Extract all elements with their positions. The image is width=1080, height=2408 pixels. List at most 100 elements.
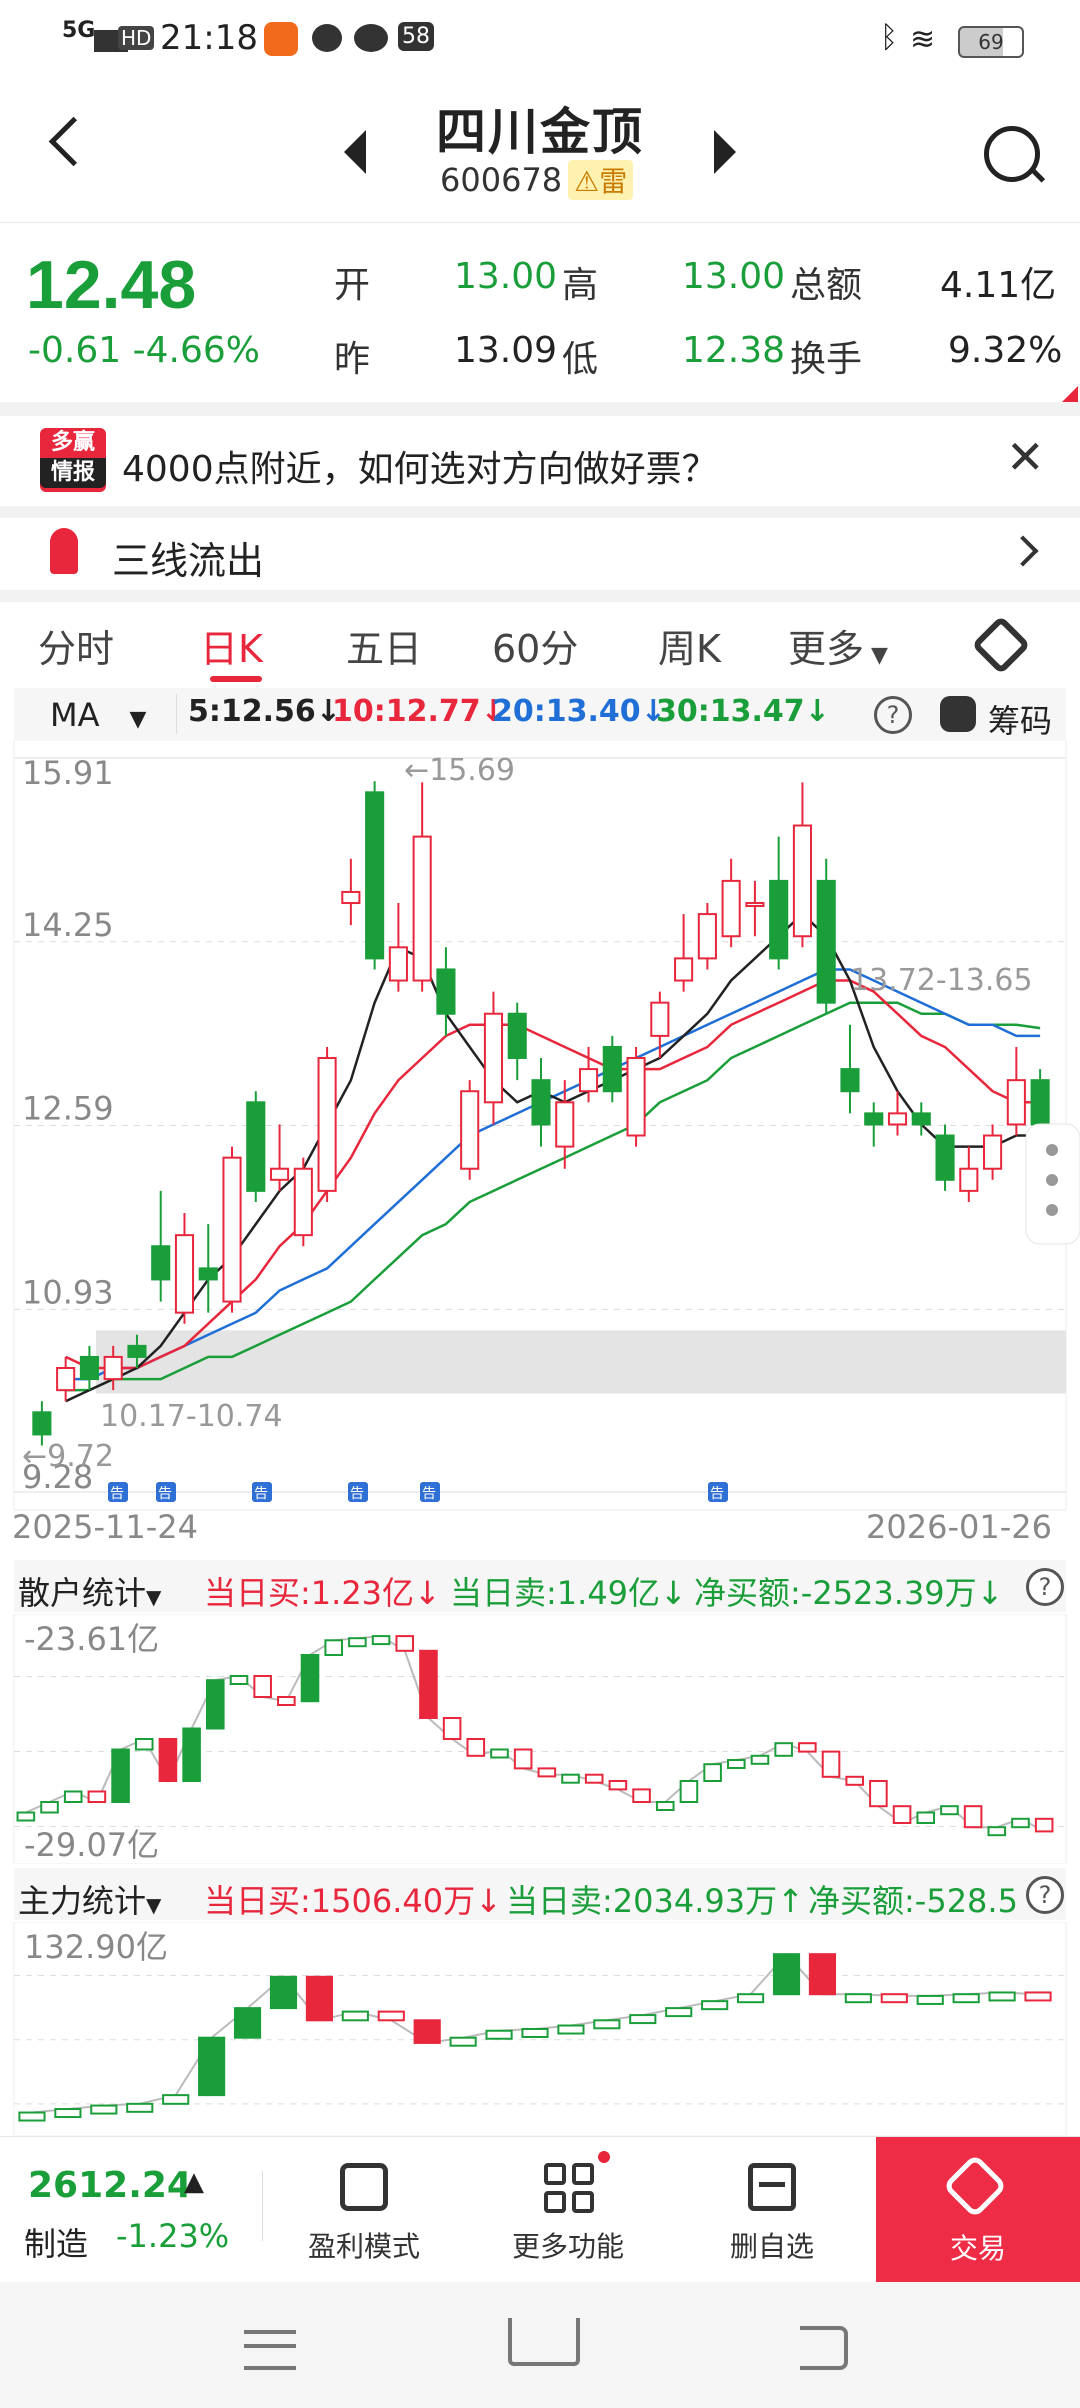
panel-bar	[1024, 1991, 1052, 2002]
candle-body	[32, 1411, 52, 1436]
banner-logo: 多赢 情报	[40, 428, 106, 492]
panel-bar	[608, 1780, 628, 1791]
chevron-down-icon: ▼	[864, 643, 888, 668]
section-divider-3	[0, 590, 1080, 602]
ma-selector[interactable]: MA ▼	[50, 696, 146, 734]
signal-row[interactable]: 三线流出	[0, 518, 1080, 590]
x-end-label: 2026-01-26	[866, 1508, 1052, 1546]
low-label: 低	[562, 339, 599, 380]
dropdown-icon: ▼	[129, 707, 147, 732]
change-pct: -4.66%	[132, 330, 260, 371]
index-arrow-icon: ▲	[184, 2167, 204, 2197]
panel-bar	[869, 1780, 888, 1808]
panel-bar	[305, 1975, 333, 2022]
next-stock-icon[interactable]	[714, 130, 736, 174]
panel-top-label: -23.61亿	[24, 1620, 159, 1658]
candle-body	[222, 1156, 242, 1303]
profit-mode-label: 盈利模式	[307, 2230, 420, 2263]
back-nav-icon[interactable]	[800, 2326, 848, 2370]
battery-icon: 69	[958, 26, 1024, 58]
retail-panel-selector[interactable]: 散户统计▼	[18, 1568, 161, 1614]
trade-label: 交易	[949, 2232, 1006, 2265]
help-icon[interactable]: ?	[874, 696, 912, 734]
chip-label[interactable]: 筹码	[988, 696, 1052, 742]
panel-bar	[655, 1801, 675, 1811]
turnover-label: 换手	[790, 339, 863, 380]
main-net: 净买额:-528.5	[808, 1882, 1018, 1920]
tab-daily-k[interactable]: 日K	[200, 618, 263, 673]
dropdown-icon: ▼	[146, 1893, 162, 1917]
panel-bar	[798, 1742, 817, 1753]
profit-mode-button[interactable]: 盈利模式	[274, 2137, 454, 2283]
section-divider	[0, 402, 1080, 416]
wechat-icon	[354, 24, 388, 52]
candle-body	[293, 1167, 313, 1237]
side-menu-dot	[1046, 1204, 1058, 1216]
menu-icon[interactable]	[244, 2330, 296, 2370]
remove-watchlist-button[interactable]: 删自选	[682, 2137, 862, 2283]
candle-body	[578, 1068, 599, 1093]
index-change: -1.23%	[116, 2217, 230, 2255]
panel-bar	[772, 1953, 801, 1996]
open-label: 开	[334, 265, 371, 306]
range-annotation-a: 10.17-10.74	[100, 1399, 283, 1434]
index-widget[interactable]: 2612.24 ▲ 制造 -1.23%	[0, 2137, 260, 2283]
candle-body	[412, 835, 432, 982]
high-value: 13.00	[682, 256, 786, 297]
help-icon[interactable]: ?	[1026, 1568, 1064, 1606]
panel-bar	[561, 1773, 580, 1784]
y-tick-label: 12.59	[22, 1090, 114, 1128]
home-icon[interactable]	[508, 2318, 580, 2366]
event-marker-label: 告	[710, 1486, 724, 1502]
panel-bar	[162, 2094, 190, 2105]
tab-more-label: 更多	[788, 627, 865, 671]
candle-body	[959, 1167, 979, 1192]
low-value: 12.38	[682, 330, 786, 371]
main-panel-selector[interactable]: 主力统计▼	[18, 1876, 161, 1922]
candle-body	[270, 1167, 290, 1181]
panel-bar	[845, 1775, 864, 1786]
news-banner[interactable]: 多赢 情报 4000点附近，如何选对方向做好票？ ✕	[0, 416, 1080, 506]
wifi-icon: ≋	[910, 22, 936, 57]
tab-weekly-k[interactable]: 周K	[658, 618, 721, 673]
panel-bar	[90, 2104, 118, 2115]
panel-bar	[277, 1696, 296, 1706]
candlestick-chart[interactable]: 15.9114.2512.5910.939.28←15.69←9.7210.17…	[0, 740, 1080, 1550]
candle-body	[1006, 1079, 1026, 1126]
candle-body	[555, 1101, 575, 1148]
candle-body	[697, 913, 717, 960]
stock-code: 600678	[440, 161, 563, 199]
high-annotation: ←15.69	[404, 753, 515, 788]
clock: 21:18	[160, 18, 258, 58]
status-bar: 5G HD 21:18 58 ᛒ ≋ 69	[0, 0, 1080, 80]
trade-button[interactable]: 交易	[876, 2137, 1080, 2283]
range-band	[96, 1330, 1066, 1394]
candle-body	[127, 1344, 147, 1358]
database-icon	[940, 696, 976, 732]
settings-icon[interactable]	[971, 615, 1031, 675]
tab-intraday[interactable]: 分时	[38, 618, 114, 673]
tab-60min[interactable]: 60分	[492, 618, 578, 673]
system-nav-bar	[0, 2282, 1080, 2408]
panel-bar	[54, 2108, 82, 2119]
panel-bar	[40, 1801, 59, 1814]
tab-more[interactable]: 更多 ▼	[788, 618, 888, 673]
panel-bar	[324, 1639, 343, 1656]
panel-bar	[629, 2014, 657, 2025]
risk-badge[interactable]: ⚠雷	[568, 160, 634, 200]
panel-bar	[892, 1805, 912, 1824]
panel-bar	[126, 2102, 154, 2113]
current-price: 12.48	[26, 247, 197, 323]
candle-body	[840, 1068, 860, 1093]
chevron-right-icon	[1007, 535, 1039, 567]
candle-body	[935, 1134, 955, 1181]
candle-body	[983, 1134, 1003, 1170]
panel-bar	[348, 1637, 367, 1648]
tab-five-day[interactable]: 五日	[346, 618, 422, 673]
close-icon[interactable]: ✕	[1006, 430, 1045, 484]
help-icon[interactable]: ?	[1026, 1876, 1064, 1914]
panel-bar	[300, 1654, 320, 1703]
main-force-chart: 132.90亿	[13, 1922, 1067, 2136]
more-functions-button[interactable]: 更多功能	[478, 2137, 658, 2283]
panel-bar	[182, 1727, 201, 1782]
